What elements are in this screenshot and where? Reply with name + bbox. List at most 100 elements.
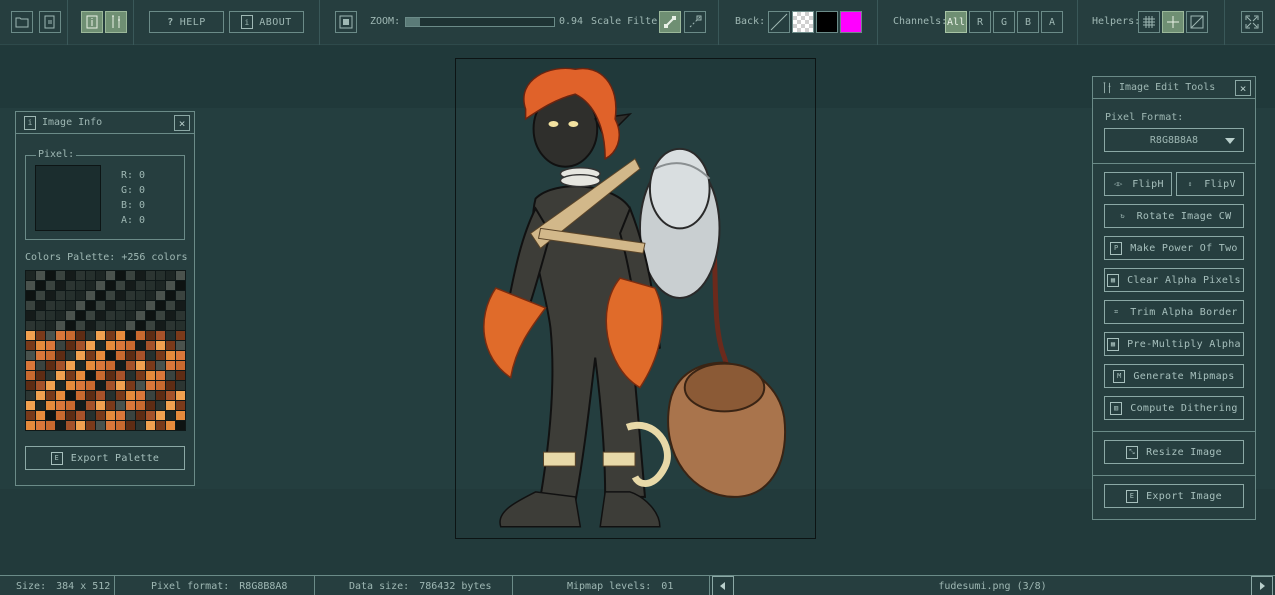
image-info-titlebar[interactable]: i Image Info [16, 112, 194, 134]
palette-swatch[interactable] [56, 351, 65, 360]
palette-swatch[interactable] [96, 291, 105, 300]
palette-swatch[interactable] [126, 321, 135, 330]
palette-swatch[interactable] [36, 411, 45, 420]
palette-swatch[interactable] [36, 321, 45, 330]
fit-view-button[interactable] [335, 11, 357, 33]
palette-swatch[interactable] [106, 371, 115, 380]
palette-swatch[interactable] [26, 291, 35, 300]
palette-swatch[interactable] [76, 361, 85, 370]
palette-swatch[interactable] [66, 401, 75, 410]
palette-swatch[interactable] [96, 371, 105, 380]
palette-swatch[interactable] [96, 351, 105, 360]
palette-swatch[interactable] [116, 321, 125, 330]
palette-swatch[interactable] [56, 331, 65, 340]
palette-swatch[interactable] [166, 381, 175, 390]
palette-swatch[interactable] [146, 331, 155, 340]
palette-swatch[interactable] [56, 271, 65, 280]
palette-swatch[interactable] [36, 291, 45, 300]
palette-swatch[interactable] [126, 371, 135, 380]
palette-swatch[interactable] [106, 351, 115, 360]
palette-swatch[interactable] [96, 311, 105, 320]
palette-swatch[interactable] [126, 281, 135, 290]
palette-swatch[interactable] [66, 291, 75, 300]
palette-swatch[interactable] [166, 391, 175, 400]
palette-swatch[interactable] [166, 401, 175, 410]
palette-swatch[interactable] [56, 371, 65, 380]
palette-swatch[interactable] [36, 401, 45, 410]
flip-h-button[interactable]: ◁▷ FlipH [1104, 172, 1172, 196]
palette-swatch[interactable] [166, 421, 175, 430]
tools-close-button[interactable]: × [1235, 80, 1251, 96]
palette-swatch[interactable] [66, 301, 75, 310]
palette-swatch[interactable] [166, 371, 175, 380]
palette-swatch[interactable] [76, 411, 85, 420]
palette-swatch[interactable] [86, 371, 95, 380]
palette-swatch[interactable] [116, 391, 125, 400]
palette-swatch[interactable] [156, 281, 165, 290]
palette-swatch[interactable] [46, 401, 55, 410]
palette-swatch[interactable] [126, 311, 135, 320]
palette-swatch[interactable] [46, 361, 55, 370]
palette-swatch[interactable] [66, 351, 75, 360]
palette-swatch[interactable] [156, 301, 165, 310]
palette-swatch[interactable] [146, 301, 155, 310]
channel-g[interactable]: G [993, 11, 1015, 33]
tools-panel-toggle[interactable] [105, 11, 127, 33]
palette-swatch[interactable] [66, 421, 75, 430]
palette-swatch[interactable] [136, 421, 145, 430]
palette-swatch[interactable] [176, 401, 185, 410]
palette-swatch[interactable] [56, 321, 65, 330]
palette-swatch[interactable] [66, 321, 75, 330]
palette-swatch[interactable] [166, 291, 175, 300]
palette-swatch[interactable] [86, 301, 95, 310]
palette-swatch[interactable] [86, 281, 95, 290]
palette-swatch[interactable] [46, 371, 55, 380]
palette-swatch[interactable] [106, 331, 115, 340]
palette-swatch[interactable] [26, 411, 35, 420]
palette-swatch[interactable] [46, 321, 55, 330]
palette-swatch[interactable] [136, 321, 145, 330]
palette-swatch[interactable] [86, 421, 95, 430]
channel-r[interactable]: R [969, 11, 991, 33]
palette-swatch[interactable] [46, 331, 55, 340]
palette-swatch[interactable] [26, 351, 35, 360]
palette-swatch[interactable] [176, 411, 185, 420]
palette-swatch[interactable] [146, 361, 155, 370]
palette-swatch[interactable] [76, 381, 85, 390]
palette-swatch[interactable] [156, 291, 165, 300]
palette-swatch[interactable] [116, 291, 125, 300]
palette-swatch[interactable] [106, 381, 115, 390]
scale-filter-linear[interactable] [659, 11, 681, 33]
palette-swatch[interactable] [56, 411, 65, 420]
palette-swatch[interactable] [86, 391, 95, 400]
rotate-cw-button[interactable]: ↻ Rotate Image CW [1104, 204, 1244, 228]
palette-swatch[interactable] [176, 281, 185, 290]
palette-swatch[interactable] [166, 351, 175, 360]
palette-swatch[interactable] [176, 301, 185, 310]
palette-swatch[interactable] [156, 321, 165, 330]
scale-filter-point[interactable] [684, 11, 706, 33]
palette-swatch[interactable] [156, 401, 165, 410]
next-image-button[interactable] [1251, 576, 1273, 595]
palette-swatch[interactable] [56, 291, 65, 300]
palette-swatch[interactable] [86, 321, 95, 330]
palette-swatch[interactable] [166, 361, 175, 370]
pixel-format-select[interactable]: R8G8B8A8 [1104, 128, 1244, 152]
palette-swatch[interactable] [36, 341, 45, 350]
palette-swatch[interactable] [156, 311, 165, 320]
palette-swatch[interactable] [146, 291, 155, 300]
palette-swatch[interactable] [86, 381, 95, 390]
colors-palette-grid[interactable] [25, 270, 186, 431]
palette-swatch[interactable] [56, 401, 65, 410]
palette-swatch[interactable] [176, 311, 185, 320]
palette-swatch[interactable] [46, 271, 55, 280]
palette-swatch[interactable] [116, 381, 125, 390]
palette-swatch[interactable] [136, 301, 145, 310]
channel-a[interactable]: A [1041, 11, 1063, 33]
generate-mipmaps-button[interactable]: M Generate Mipmaps [1104, 364, 1244, 388]
palette-swatch[interactable] [116, 401, 125, 410]
palette-swatch[interactable] [146, 341, 155, 350]
palette-swatch[interactable] [106, 421, 115, 430]
export-image-button[interactable]: E Export Image [1104, 484, 1244, 508]
palette-swatch[interactable] [66, 271, 75, 280]
